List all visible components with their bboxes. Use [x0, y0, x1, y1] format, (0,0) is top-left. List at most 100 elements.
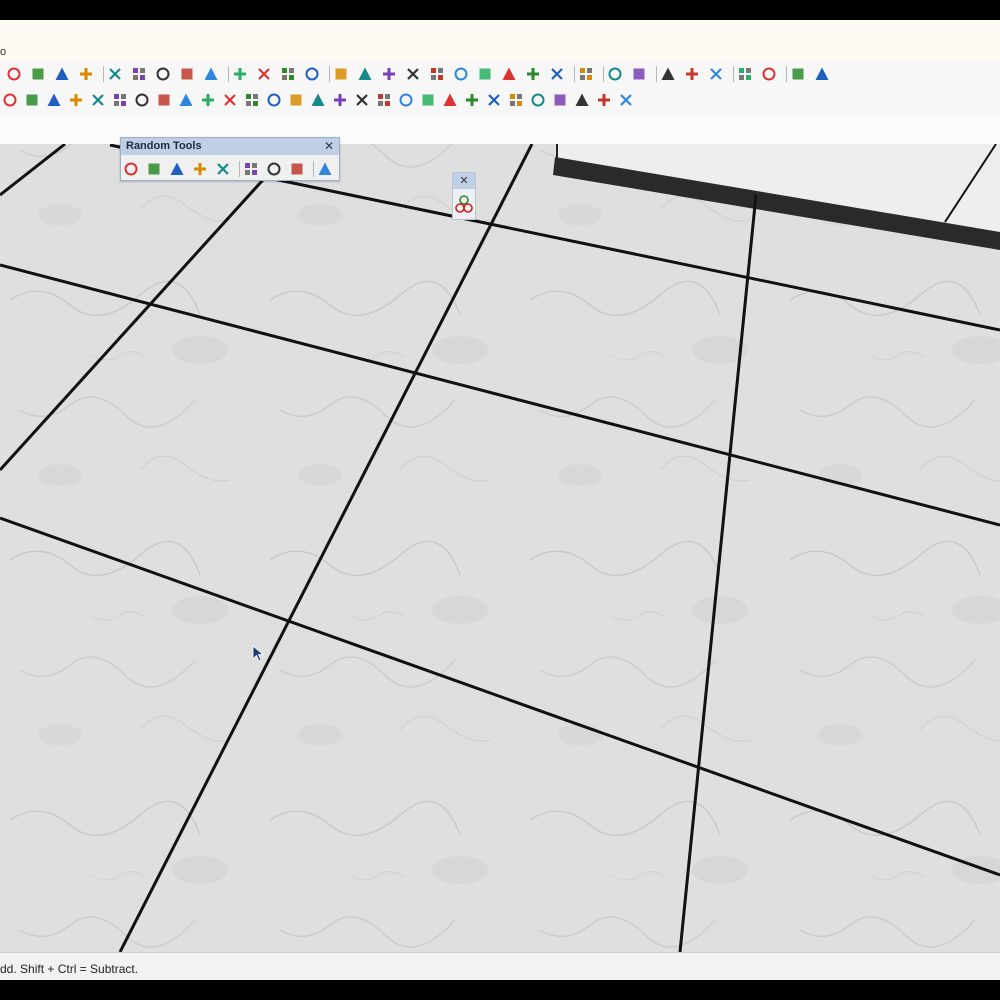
components-icon[interactable]: [179, 66, 195, 82]
leaf-icon[interactable]: [684, 66, 700, 82]
fill-icon[interactable]: [304, 66, 320, 82]
sparkle-icon[interactable]: [814, 66, 830, 82]
eye-icon[interactable]: [317, 161, 333, 177]
app-window: o Random Tools ✕ ✕ dd. Shift + Ctrl = Su…: [0, 0, 1000, 1000]
status-text: dd. Shift + Ctrl = Subtract.: [0, 962, 139, 976]
red-plus-icon[interactable]: [2, 92, 18, 108]
stack-icon[interactable]: [155, 66, 171, 82]
warning-icon[interactable]: [134, 92, 150, 108]
red-dot-icon[interactable]: [376, 92, 392, 108]
random-rotate-icon[interactable]: [266, 161, 282, 177]
yellow-grid3-icon[interactable]: [552, 92, 568, 108]
copy-icon[interactable]: [280, 66, 296, 82]
add-circle-icon[interactable]: [333, 66, 349, 82]
align-icon[interactable]: [578, 66, 594, 82]
toolbar-separator: [656, 66, 657, 82]
star-icon[interactable]: [222, 92, 238, 108]
yellow-grid-icon[interactable]: [508, 92, 524, 108]
orbit-icon[interactable]: [107, 66, 123, 82]
mini-floating-panel: ✕: [452, 172, 476, 220]
green-arrows-icon[interactable]: [266, 92, 282, 108]
toolbar-area: [0, 62, 1000, 114]
floor-tone: [0, 144, 1000, 952]
settings-circle-icon[interactable]: [203, 66, 219, 82]
info-icon[interactable]: [501, 66, 517, 82]
marble-floor-scene: [0, 144, 1000, 952]
push-red-icon[interactable]: [30, 66, 46, 82]
drop-pin2-icon[interactable]: [192, 161, 208, 177]
tree-icon[interactable]: [660, 66, 676, 82]
circle-dots-icon[interactable]: [596, 92, 612, 108]
tile-icon[interactable]: [68, 92, 84, 108]
camera-icon[interactable]: [761, 66, 777, 82]
toolbar-separator: [329, 66, 330, 82]
green-tree-icon[interactable]: [112, 92, 128, 108]
random-scale-icon[interactable]: [289, 161, 305, 177]
redo-red-icon[interactable]: [6, 66, 22, 82]
menu-bar: o: [0, 20, 1000, 63]
toolbar-separator: [574, 66, 575, 82]
random-tools-title: Random Tools: [126, 140, 202, 152]
cart-icon[interactable]: [525, 66, 541, 82]
teal-triangle-icon[interactable]: [90, 92, 106, 108]
random-tools-title-bar[interactable]: Random Tools ✕: [121, 138, 339, 155]
rings-icon[interactable]: [455, 193, 473, 217]
shield-icon[interactable]: [357, 66, 373, 82]
bucket-icon[interactable]: [244, 92, 260, 108]
red-rotate-icon[interactable]: [288, 92, 304, 108]
badge-icon[interactable]: [607, 66, 623, 82]
blue-x-icon[interactable]: [46, 92, 62, 108]
layers-icon[interactable]: [131, 66, 147, 82]
swirl-icon[interactable]: [200, 92, 216, 108]
cube-red-icon[interactable]: [332, 92, 348, 108]
red-dots-icon[interactable]: [574, 92, 590, 108]
top-letterbox: [0, 0, 1000, 20]
grid-tile2-icon[interactable]: [442, 92, 458, 108]
toolbar-separator: [228, 66, 229, 82]
cloud-icon[interactable]: [429, 66, 445, 82]
green-plus-icon[interactable]: [24, 92, 40, 108]
toolbar-separator: [603, 66, 604, 82]
green-box-icon[interactable]: [398, 92, 414, 108]
qr-icon[interactable]: [618, 92, 634, 108]
yellow-grid2-icon[interactable]: [530, 92, 546, 108]
drop-plane-icon[interactable]: [123, 161, 139, 177]
grid-tile-icon[interactable]: [420, 92, 436, 108]
texture-icon[interactable]: [381, 66, 397, 82]
toolbar-separator: [733, 66, 734, 82]
curve-icon[interactable]: [178, 92, 194, 108]
status-bar: dd. Shift + Ctrl = Subtract.: [0, 952, 1000, 981]
3d-viewport[interactable]: [0, 144, 1000, 952]
cube-pink-icon[interactable]: [354, 92, 370, 108]
frame-icon[interactable]: [477, 66, 493, 82]
zoom-icon[interactable]: [54, 66, 70, 82]
zoom-extents-icon[interactable]: [78, 66, 94, 82]
drop-pin-icon[interactable]: [169, 161, 185, 177]
table2-icon[interactable]: [486, 92, 502, 108]
book-icon[interactable]: [310, 92, 326, 108]
gear-icon[interactable]: [453, 66, 469, 82]
mini-panel-close-button[interactable]: ✕: [453, 173, 475, 189]
shield-plugin-icon[interactable]: [631, 66, 647, 82]
bottom-letterbox: [0, 980, 1000, 1000]
checker-icon[interactable]: [405, 66, 421, 82]
user-icon[interactable]: [549, 66, 565, 82]
window-icon[interactable]: [790, 66, 806, 82]
menu-item-fragment[interactable]: o: [0, 46, 6, 58]
fx-icon[interactable]: [708, 66, 724, 82]
toolbar-row-1: [0, 62, 1000, 86]
paint-icon[interactable]: [232, 66, 248, 82]
toolbar-separator: [239, 161, 240, 177]
drop-pin3-icon[interactable]: [215, 161, 231, 177]
section-icon[interactable]: [256, 66, 272, 82]
skull-icon[interactable]: [737, 66, 753, 82]
raise-icon[interactable]: [146, 161, 162, 177]
table-icon[interactable]: [464, 92, 480, 108]
toolbar-row-2: [0, 88, 650, 112]
mouse-cursor-icon: [252, 645, 265, 662]
random-tools-icon-row: [121, 157, 339, 179]
orange-arc-icon[interactable]: [156, 92, 172, 108]
random-tools-close-button[interactable]: ✕: [323, 139, 335, 153]
bar-chart-icon[interactable]: [243, 161, 259, 177]
random-tools-panel: Random Tools ✕: [120, 137, 340, 181]
